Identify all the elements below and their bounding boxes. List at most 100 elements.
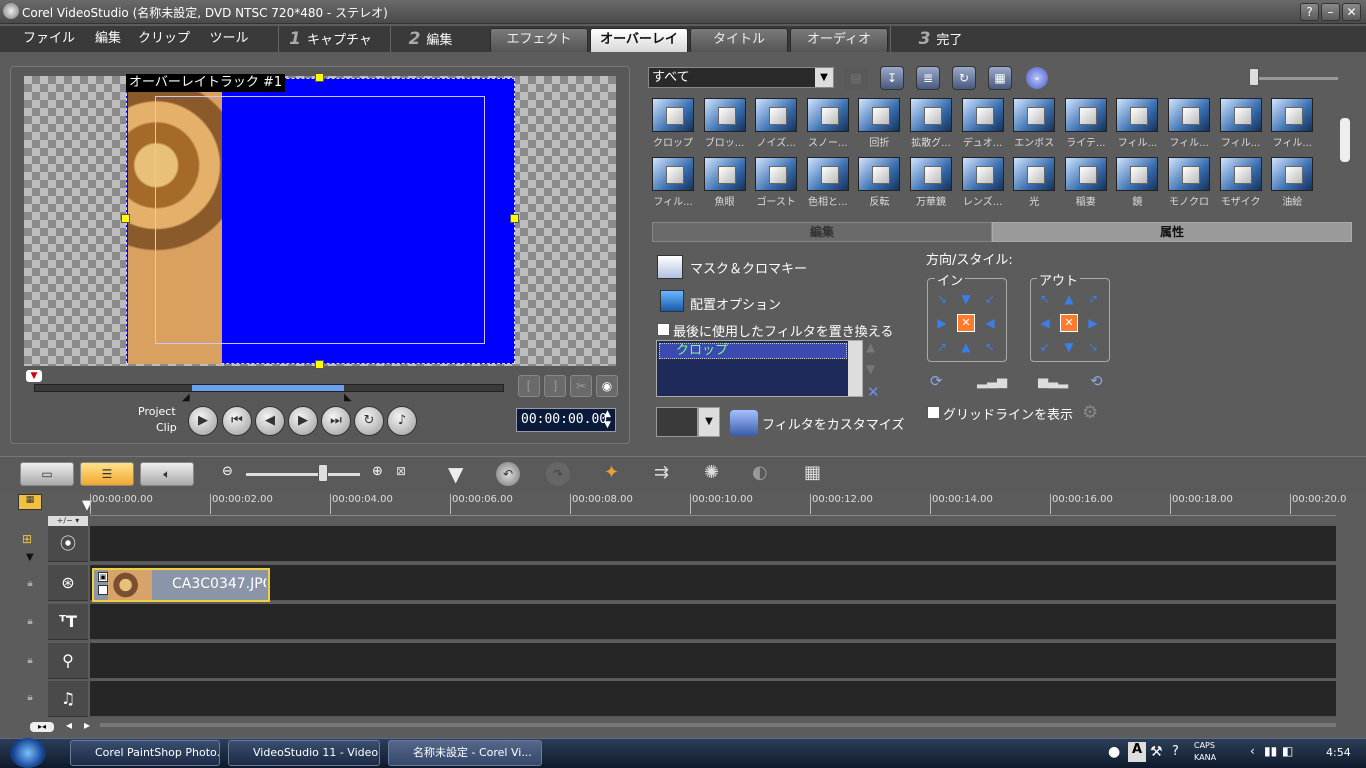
track-manager-icon[interactable]: ▦ (18, 494, 42, 510)
filter-thumb-r2-2[interactable]: ゴースト (753, 157, 799, 211)
sort-icon[interactable]: ≣ (916, 66, 940, 90)
language-bar-icon[interactable]: ● (1108, 744, 1120, 760)
filter-thumb-r1-1[interactable]: ブロッ... (702, 98, 748, 152)
task-videostudio[interactable]: 名称未設定 - Corel Vi... (388, 740, 542, 766)
fade-out-icon[interactable]: ▅▃▂ (1038, 374, 1068, 389)
direction-arrow-icon[interactable]: ↖ (1038, 292, 1052, 306)
play-button[interactable]: ▶ (188, 406, 218, 436)
volume-tray-icon[interactable]: ◧ (1282, 744, 1293, 758)
menu-clip[interactable]: クリップ (134, 26, 194, 52)
tab-attributes[interactable]: 属性 (992, 222, 1352, 242)
previous-frame-button[interactable]: ◀ (255, 406, 285, 436)
music-track[interactable] (90, 681, 1336, 717)
mask-chroma-key-button[interactable]: マスク＆クロマキー (690, 258, 807, 277)
filter-thumb-r1-8[interactable]: ライテ... (1063, 98, 1109, 152)
import-icon[interactable]: ↧ (880, 66, 904, 90)
grid-options-icon[interactable]: ⚙ (1082, 402, 1108, 426)
direction-arrow-icon[interactable]: ◀ (983, 316, 997, 330)
step-edit[interactable]: 2 編集 (390, 26, 470, 52)
step-finish[interactable]: 3 完了 (890, 26, 990, 52)
direction-arrow-icon[interactable]: ↗ (935, 340, 949, 354)
voice-track-microphone-icon[interactable]: ⚲ (48, 643, 88, 679)
expand-icon[interactable]: ⌄ (1026, 67, 1048, 89)
placement-options-button[interactable]: 配置オプション (690, 294, 781, 313)
timeline-view-button[interactable]: ☰ (80, 462, 134, 486)
direction-arrow-icon[interactable]: ↖ (983, 340, 997, 354)
mark-out-button[interactable]: ] (544, 375, 566, 397)
mask-chroma-icon[interactable] (657, 255, 683, 279)
audio-view-button[interactable]: 🔈︎ (140, 462, 194, 486)
timeline-scrollbar[interactable] (100, 723, 1336, 727)
ime-mode-icon[interactable]: A (1128, 742, 1146, 762)
filter-thumb-r1-3[interactable]: スノー... (805, 98, 851, 152)
mark-in-button[interactable]: [ (518, 375, 540, 397)
overlay-track-film-icon[interactable]: ⊛ (48, 565, 88, 601)
scroll-left-icon[interactable]: ◂ (66, 718, 72, 732)
volume-button[interactable]: ♪ (387, 406, 417, 436)
delete-filter-icon[interactable]: ✕ (867, 383, 880, 401)
video-track-film-icon[interactable]: ⦿ (48, 526, 88, 562)
direction-center-icon[interactable]: ✕ (957, 314, 975, 332)
disc-burn-icon[interactable]: ◐ (752, 462, 768, 483)
filter-thumb-r1-0[interactable]: クロップ (650, 98, 696, 152)
zoom-out-icon[interactable]: ⊖ (222, 464, 233, 479)
tools-icon[interactable]: ⚒ (1150, 744, 1163, 760)
batch-convert-icon[interactable]: ⇉ (654, 462, 669, 483)
lock-icon[interactable]: 🔒︎ (22, 578, 38, 592)
direction-arrow-icon[interactable]: ▼ (1062, 340, 1076, 354)
trim-start-icon[interactable]: ◢ (182, 392, 190, 403)
preset-dropdown-icon[interactable]: ▼ (698, 407, 720, 437)
music-track-note-icon[interactable]: ♫ (48, 681, 88, 717)
direction-arrow-icon[interactable]: ↘ (1086, 340, 1100, 354)
step-capture[interactable]: 1編集キャプチャ (278, 26, 382, 52)
refresh-icon[interactable]: ↻ (952, 66, 976, 90)
lock-icon[interactable]: 🔒︎ (22, 616, 38, 630)
filter-thumb-r2-3[interactable]: 色相と... (805, 157, 851, 211)
undo-icon[interactable]: ↶ (496, 462, 520, 486)
playhead-marker-icon[interactable]: ▼ (26, 370, 42, 382)
rotate-before-icon[interactable]: ⟳ (930, 372, 943, 390)
overlay-track[interactable] (90, 565, 1336, 601)
folder-icon[interactable]: ▤ (844, 66, 868, 90)
add-remove-track-icon[interactable]: +/− ▾ (48, 516, 88, 526)
filter-thumb-r1-5[interactable]: 拡散グ... (908, 98, 954, 152)
fit-project-icon[interactable]: ⊠ (396, 464, 406, 478)
insert-media-icon[interactable]: ▼ (448, 462, 463, 486)
filter-thumb-r2-11[interactable]: モザイク (1218, 157, 1264, 211)
resize-handle-top[interactable] (315, 73, 324, 82)
library-category-select[interactable]: すべて ▼ (648, 67, 834, 88)
close-button[interactable]: ✕ (1342, 3, 1361, 21)
filter-thumb-r1-11[interactable]: フィル... (1218, 98, 1264, 152)
zoom-slider-knob[interactable] (318, 464, 328, 482)
voice-track[interactable] (90, 643, 1336, 679)
direction-arrow-icon[interactable]: ▶ (1086, 316, 1100, 330)
move-filter-up-icon[interactable]: ▲ (866, 340, 875, 354)
tab-audio[interactable]: オーディオ (790, 28, 888, 52)
tab-effect[interactable]: エフェクト (490, 28, 588, 52)
trim-end-icon[interactable]: ◣ (344, 392, 352, 403)
filter-thumb-r2-4[interactable]: 反転 (856, 157, 902, 211)
next-frame-button[interactable]: ▶ (288, 406, 318, 436)
placement-options-icon[interactable] (660, 290, 684, 312)
filter-thumb-r2-5[interactable]: 万華鏡 (908, 157, 954, 211)
movie-wizard-icon[interactable]: ✺ (704, 462, 719, 483)
timecode-field[interactable]: 00:00:00.00 (516, 408, 616, 432)
customize-filter-button[interactable]: フィルタをカスタマイズ (762, 414, 904, 433)
minimize-button[interactable]: – (1321, 3, 1340, 21)
filter-list-scrollbar[interactable] (848, 341, 862, 396)
library-scrollbar[interactable] (1340, 118, 1350, 162)
rotate-after-icon[interactable]: ⟲ (1090, 372, 1103, 390)
lock-icon[interactable]: 🔒︎ (22, 692, 38, 706)
direction-arrow-icon[interactable]: ▶ (935, 316, 949, 330)
filter-thumb-r2-8[interactable]: 稲妻 (1063, 157, 1109, 211)
filter-item-crop[interactable]: クロップ (659, 343, 847, 359)
filter-thumb-r2-6[interactable]: レンズ... (960, 157, 1006, 211)
home-button[interactable]: ⏮ (222, 406, 252, 436)
filter-thumb-r2-9[interactable]: 鏡 (1114, 157, 1160, 211)
preset-select[interactable] (656, 407, 698, 437)
direction-arrow-icon[interactable]: ↘ (935, 292, 949, 306)
direction-arrow-icon[interactable]: ↙ (983, 292, 997, 306)
menu-edit[interactable]: 編集 (86, 26, 130, 52)
menu-file[interactable]: ファイル (18, 26, 80, 52)
smart-proxy-icon[interactable]: ✦ (604, 462, 619, 483)
